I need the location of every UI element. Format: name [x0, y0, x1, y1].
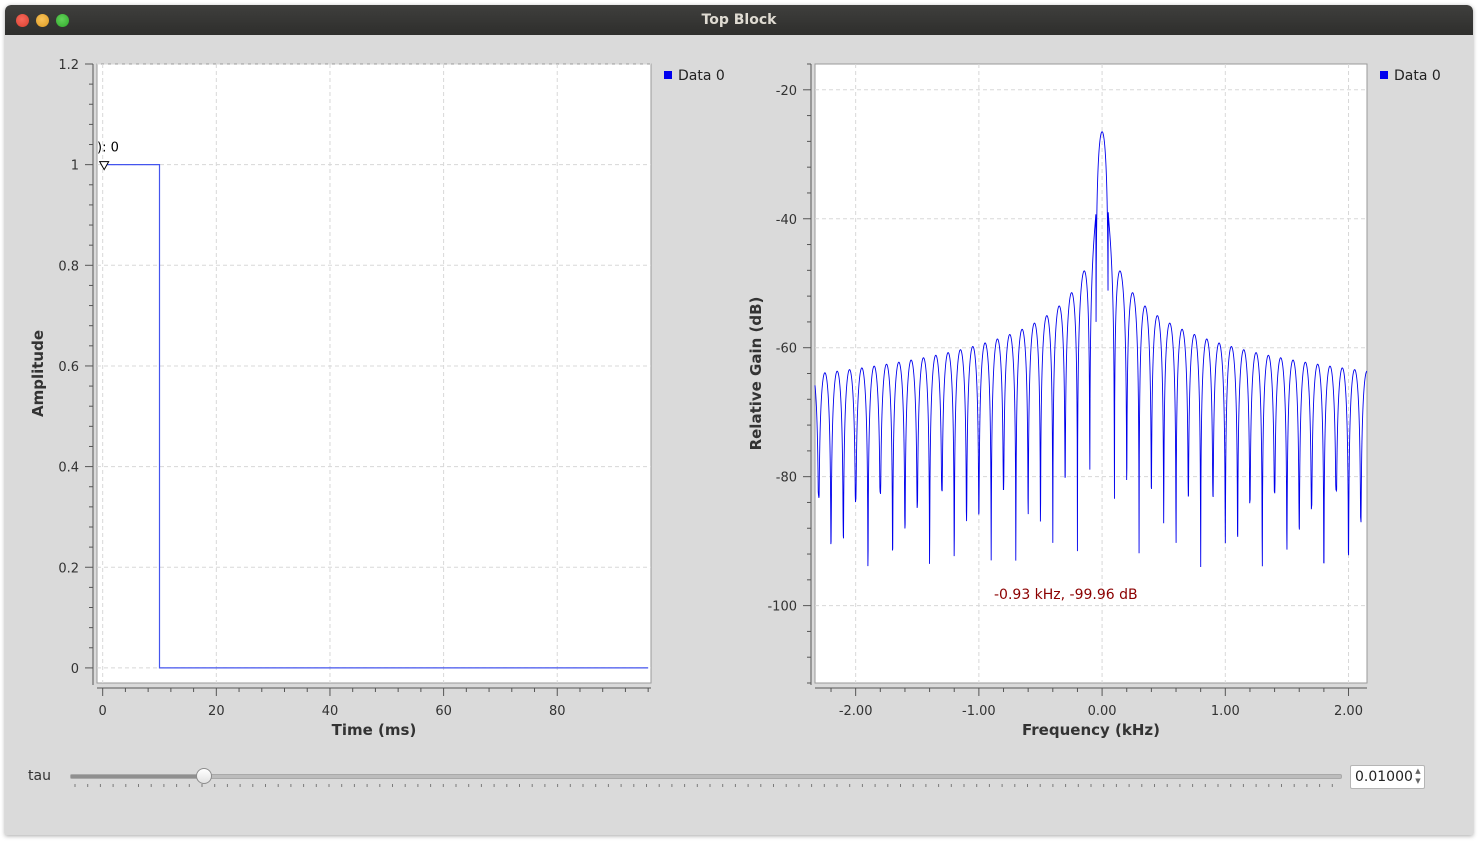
cursor-readout: -0.93 kHz, -99.96 dB — [994, 587, 1138, 603]
time-x-tick-label: 20 — [208, 704, 225, 719]
freq-y-tick-label: -60 — [776, 342, 797, 357]
time-y-tick-label: 0.2 — [58, 561, 79, 576]
time-y-tick-label: 1 — [71, 159, 79, 174]
freq-y-tick-label: -40 — [776, 213, 797, 228]
freq-y-tick-label: -20 — [776, 84, 797, 99]
freq-x-tick-label: 0.00 — [1088, 704, 1117, 719]
tau-slider[interactable] — [70, 768, 1342, 784]
time-x-tick-label: 60 — [435, 704, 452, 719]
tau-value-input[interactable] — [1351, 767, 1413, 787]
legend-label: Data 0 — [1394, 68, 1441, 84]
freq-y-tick-label: -100 — [767, 600, 797, 615]
freq-x-axis-title: Frequency (kHz) — [1022, 721, 1160, 739]
tau-label: tau — [28, 768, 51, 784]
time-x-tick-label: 40 — [322, 704, 339, 719]
legend-swatch — [664, 71, 672, 79]
time-y-tick-label: 1.2 — [58, 58, 79, 73]
frequency-domain-plot[interactable]: -2.00 -1.00 0.00 1.00 2.00 -20 -40 -60 -80 -100 Fr… — [740, 0, 1481, 760]
time-x-axis-title: Time (ms) — [332, 721, 417, 739]
freq-x-tick-label: -1.00 — [962, 704, 996, 719]
time-y-axis-title: Amplitude — [29, 330, 47, 417]
time-x-tick-label: 80 — [549, 704, 566, 719]
tau-slider-fill — [71, 775, 205, 778]
marker-label: ): 0 — [97, 141, 119, 156]
time-y-tick-label: 0.6 — [58, 360, 79, 375]
spin-up-icon[interactable]: ▲ — [1412, 766, 1424, 776]
spin-arrows[interactable]: ▲ ▼ — [1412, 766, 1424, 788]
freq-y-tick-label: -80 — [776, 471, 797, 486]
time-x-tick-label: 0 — [99, 704, 107, 719]
time-y-tick-label: 0.4 — [58, 461, 79, 476]
freq-x-tick-label: 1.00 — [1211, 704, 1240, 719]
time-plot-legend[interactable]: Data 0 — [664, 68, 725, 84]
freq-plot-legend[interactable]: Data 0 — [1380, 68, 1441, 84]
tau-slider-ticks — [74, 784, 1333, 787]
time-canvas — [96, 63, 652, 684]
spin-down-icon[interactable]: ▼ — [1412, 776, 1424, 786]
freq-x-tick-label: 2.00 — [1334, 704, 1363, 719]
freq-y-axis-title: Relative Gain (dB) — [747, 297, 765, 451]
legend-label: Data 0 — [678, 68, 725, 84]
legend-swatch — [1380, 71, 1388, 79]
time-y-tick-label: 0 — [71, 662, 79, 677]
tau-spinbox[interactable]: ▲ ▼ — [1350, 765, 1425, 789]
time-y-tick-label: 0.8 — [58, 259, 79, 274]
time-domain-plot[interactable]: 0 20 40 60 80 0 0.2 0.4 0.6 0.8 1 1.2 Time (ms) Ampli… — [0, 0, 740, 760]
freq-x-tick-label: -2.00 — [839, 704, 873, 719]
